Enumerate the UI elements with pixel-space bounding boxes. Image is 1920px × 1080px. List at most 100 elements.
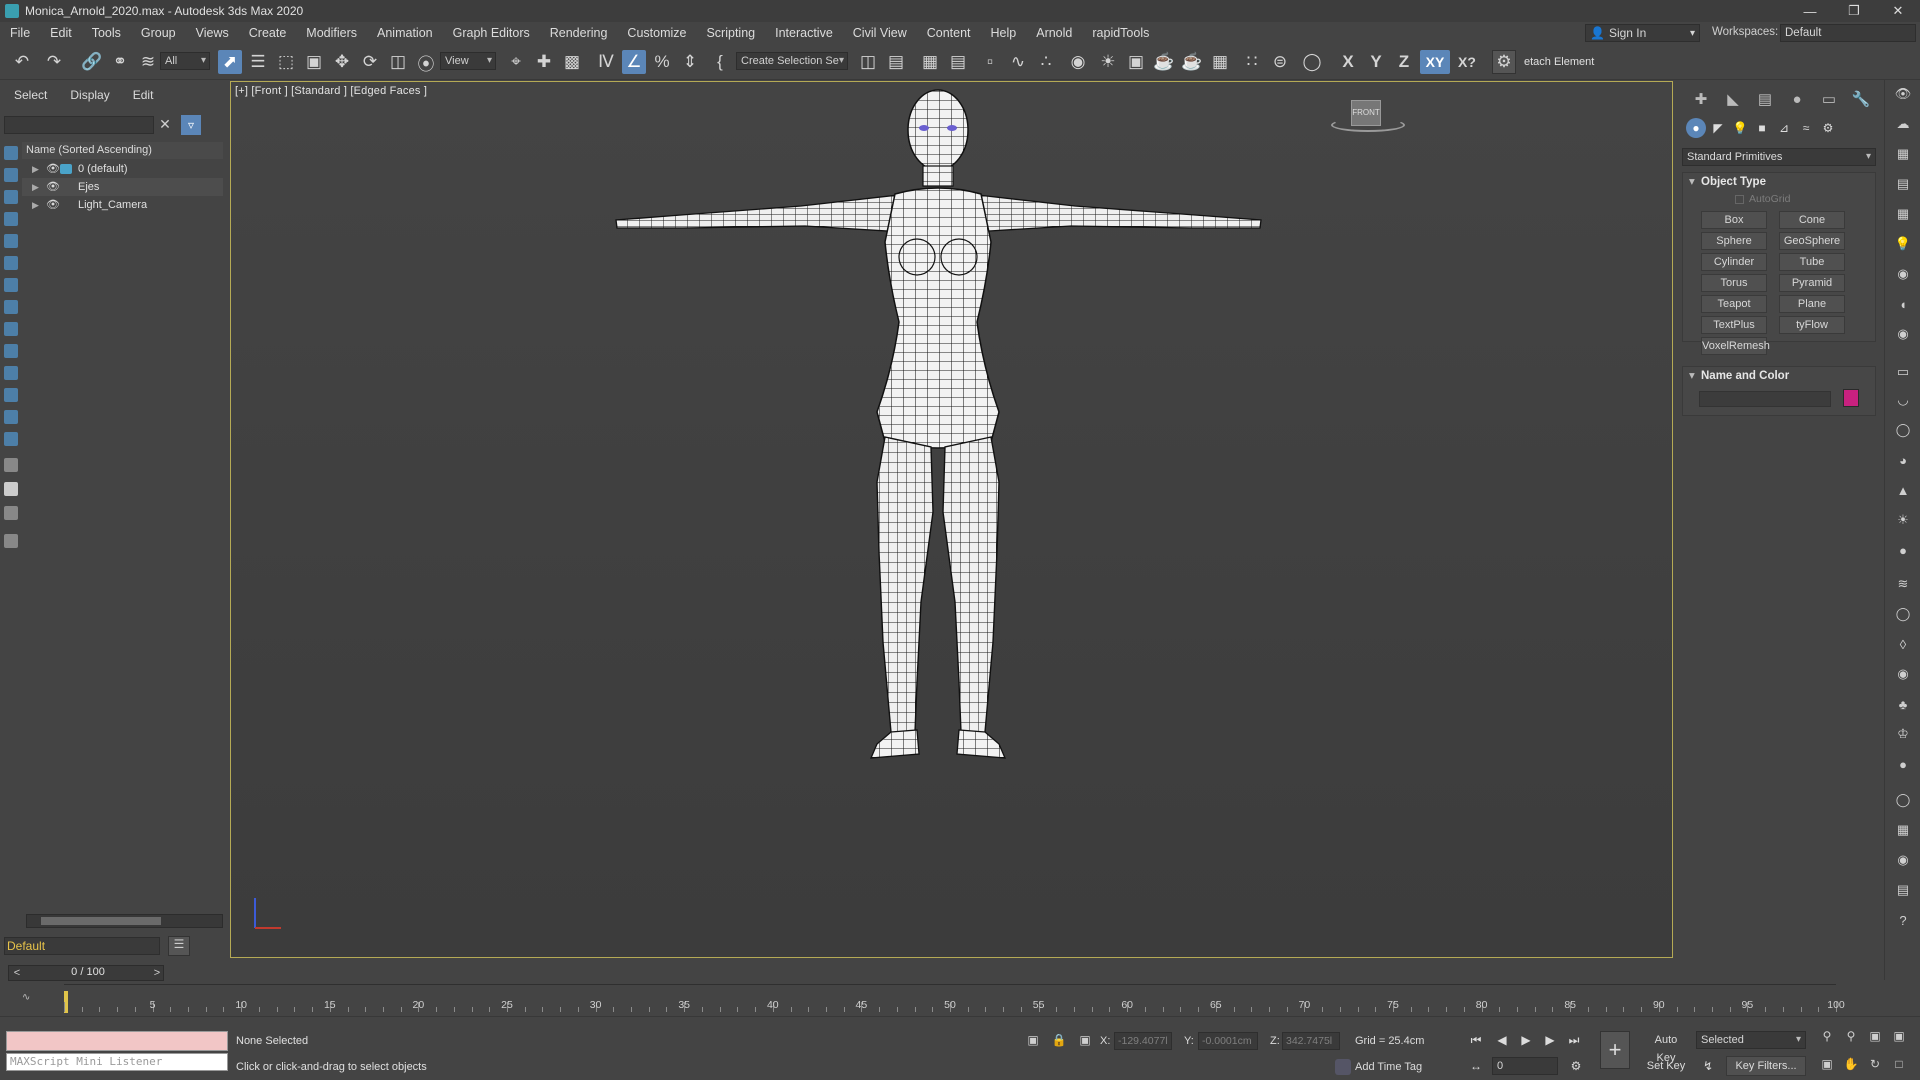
ribbon-toggle-icon[interactable]: ▫ bbox=[978, 50, 1002, 74]
object-color-swatch[interactable] bbox=[1843, 389, 1859, 407]
timeline-ruler[interactable]: 5 10 15 20 25 30 35 40 45 50 55 60 65 70 75 80 85 90 95 100 bbox=[64, 984, 1845, 1013]
geometry-category-icon[interactable]: ● bbox=[1686, 118, 1706, 138]
menu-graph-editors[interactable]: Graph Editors bbox=[443, 22, 540, 44]
select-object-icon[interactable]: ⬈ bbox=[218, 50, 242, 74]
select-by-name-icon[interactable]: ☰ bbox=[246, 50, 270, 74]
unlink-icon[interactable]: ⚭ bbox=[108, 50, 132, 74]
filter-combo-icon[interactable] bbox=[4, 534, 18, 548]
zoom-extents-icon[interactable]: ▣ bbox=[1866, 1027, 1884, 1045]
capsule-icon[interactable]: ◯ bbox=[1893, 604, 1913, 624]
light-filter-icon[interactable] bbox=[4, 212, 18, 226]
sphere-light-icon[interactable]: ◯ bbox=[1893, 420, 1913, 440]
display-all-icon[interactable] bbox=[4, 146, 18, 160]
tree-row-light-camera[interactable]: ▶ 👁 Light_Camera bbox=[22, 196, 223, 214]
filter-icon[interactable]: ▿ bbox=[181, 115, 201, 135]
help-icon[interactable]: ? bbox=[1893, 910, 1913, 930]
menu-customize[interactable]: Customize bbox=[617, 22, 696, 44]
menu-rendering[interactable]: Rendering bbox=[540, 22, 618, 44]
name-and-color-title[interactable]: Name and Color bbox=[1683, 367, 1875, 385]
tyflow-button[interactable]: tyFlow bbox=[1779, 316, 1845, 334]
tree-header[interactable]: Name (Sorted Ascending) bbox=[22, 142, 223, 159]
auto-key-button[interactable]: Auto Key bbox=[1644, 1031, 1688, 1064]
render-icon[interactable]: ☕ bbox=[1152, 50, 1176, 74]
link-icon[interactable]: 🔗 bbox=[80, 50, 104, 74]
rendered-frame-icon[interactable]: ▣ bbox=[1124, 50, 1148, 74]
absolute-mode-icon[interactable]: ▣ bbox=[1076, 1031, 1094, 1049]
camera-rig-icon[interactable]: ◉ bbox=[1893, 264, 1913, 284]
go-to-end-icon[interactable]: ⏭ bbox=[1564, 1031, 1584, 1049]
named-selection-select[interactable]: Create Selection Se bbox=[736, 52, 848, 70]
moon-icon[interactable]: ◖ bbox=[1893, 294, 1913, 314]
cameras-category-icon[interactable]: ■ bbox=[1752, 118, 1772, 138]
align-icon[interactable]: ▤ bbox=[884, 50, 908, 74]
clear-search-icon[interactable]: ✕ bbox=[157, 116, 173, 134]
hidden-filter-icon[interactable] bbox=[4, 410, 18, 424]
axis-help-button[interactable]: X? bbox=[1452, 50, 1482, 74]
previous-key-icon[interactable]: ◀ bbox=[1492, 1031, 1512, 1049]
menu-help[interactable]: Help bbox=[981, 22, 1027, 44]
select-invert-icon[interactable] bbox=[4, 506, 18, 520]
x-coordinate-field[interactable]: -129.4077l bbox=[1114, 1032, 1172, 1050]
window-crossing-icon[interactable]: ▣ bbox=[302, 50, 326, 74]
motion-tab-icon[interactable]: ● bbox=[1786, 88, 1808, 110]
menu-civil-view[interactable]: Civil View bbox=[843, 22, 917, 44]
set-key-icon[interactable]: + bbox=[1600, 1031, 1630, 1069]
scrollbar-thumb[interactable] bbox=[41, 917, 161, 925]
expand-arrow-icon[interactable]: ▶ bbox=[32, 196, 39, 214]
light-bulb-icon[interactable]: 💡 bbox=[1893, 234, 1913, 254]
bind-spacewarp-icon[interactable]: ≋ bbox=[136, 50, 160, 74]
primitive-category-select[interactable]: Standard Primitives bbox=[1682, 148, 1876, 166]
explorer-scrollbar[interactable] bbox=[26, 914, 223, 928]
restore-icon[interactable]: ❐ bbox=[1832, 0, 1876, 22]
plane-object-icon[interactable]: ▭ bbox=[1893, 362, 1913, 382]
globe-icon[interactable]: ◉ bbox=[1893, 664, 1913, 684]
pan-icon[interactable]: ✋ bbox=[1842, 1055, 1860, 1073]
select-all-icon[interactable] bbox=[4, 458, 18, 472]
percent-snap-icon[interactable]: % bbox=[650, 50, 674, 74]
cylinder-button[interactable]: Cylinder bbox=[1701, 253, 1767, 271]
menu-edit[interactable]: Edit bbox=[40, 22, 82, 44]
rectangular-selection-icon[interactable]: ⬚ bbox=[274, 50, 298, 74]
previous-frame-icon[interactable]: < bbox=[10, 965, 24, 981]
container-filter-icon[interactable] bbox=[4, 366, 18, 380]
explorer-tab-display[interactable]: Display bbox=[56, 88, 118, 102]
character-wireframe-model[interactable] bbox=[231, 82, 1673, 958]
expand-arrow-icon[interactable]: ▶ bbox=[32, 160, 39, 178]
helpers-category-icon[interactable]: ⊿ bbox=[1774, 118, 1794, 138]
frame-readout[interactable]: 0 / 100 bbox=[60, 966, 116, 978]
tube-button[interactable]: Tube bbox=[1779, 253, 1845, 271]
select-none-icon[interactable] bbox=[4, 482, 18, 496]
workspace-select[interactable]: Default bbox=[1780, 24, 1916, 42]
tree-row-ejes[interactable]: ▶ 👁 Ejes bbox=[22, 178, 223, 196]
zoom-all-icon[interactable]: ⚲ bbox=[1842, 1027, 1860, 1045]
hf-icon[interactable]: ♔ bbox=[1893, 724, 1913, 744]
film-icon[interactable]: ◉ bbox=[1893, 324, 1913, 344]
curve-editor-icon[interactable]: ∿ bbox=[1006, 50, 1030, 74]
arnold-icon[interactable]: ◉ bbox=[1893, 850, 1913, 870]
go-to-start-icon[interactable]: ⏮ bbox=[1466, 1031, 1486, 1049]
maxscript-output[interactable] bbox=[6, 1031, 228, 1051]
bone-filter-icon[interactable] bbox=[4, 344, 18, 358]
explorer-tab-edit[interactable]: Edit bbox=[119, 88, 163, 102]
layers-stack-icon[interactable]: ▦ bbox=[1893, 820, 1913, 840]
modify-tab-icon[interactable]: ◣ bbox=[1722, 88, 1744, 110]
spinner-snap-icon[interactable]: ⇕ bbox=[678, 50, 702, 74]
menu-animation[interactable]: Animation bbox=[367, 22, 443, 44]
cloud-icon[interactable]: ☁ bbox=[1893, 114, 1913, 134]
tools-icon[interactable]: ⚙ bbox=[1492, 50, 1516, 74]
systems-category-icon[interactable]: ⚙ bbox=[1818, 118, 1838, 138]
front-viewport[interactable]: [+] [Front ] [Standard ] [Edged Faces ] … bbox=[230, 81, 1673, 958]
frozen-filter-icon[interactable] bbox=[4, 388, 18, 402]
eye-icon[interactable]: 👁 bbox=[1893, 84, 1913, 104]
shell-icon[interactable]: ● bbox=[1893, 754, 1913, 774]
bowl-icon[interactable]: ◕ bbox=[1893, 450, 1913, 470]
render-queue-icon[interactable]: ▦ bbox=[1893, 144, 1913, 164]
scene-explorer-icon[interactable]: ▦ bbox=[918, 50, 942, 74]
display-tab-icon[interactable]: ▭ bbox=[1818, 88, 1840, 110]
group-filter-icon[interactable] bbox=[4, 300, 18, 314]
plant-icon[interactable]: ♣ bbox=[1893, 694, 1913, 714]
axis-z-button[interactable]: Z bbox=[1392, 50, 1416, 74]
menu-group[interactable]: Group bbox=[131, 22, 186, 44]
spacewarp-filter-icon[interactable] bbox=[4, 278, 18, 292]
blue-sphere-icon[interactable]: ◯ bbox=[1893, 790, 1913, 810]
